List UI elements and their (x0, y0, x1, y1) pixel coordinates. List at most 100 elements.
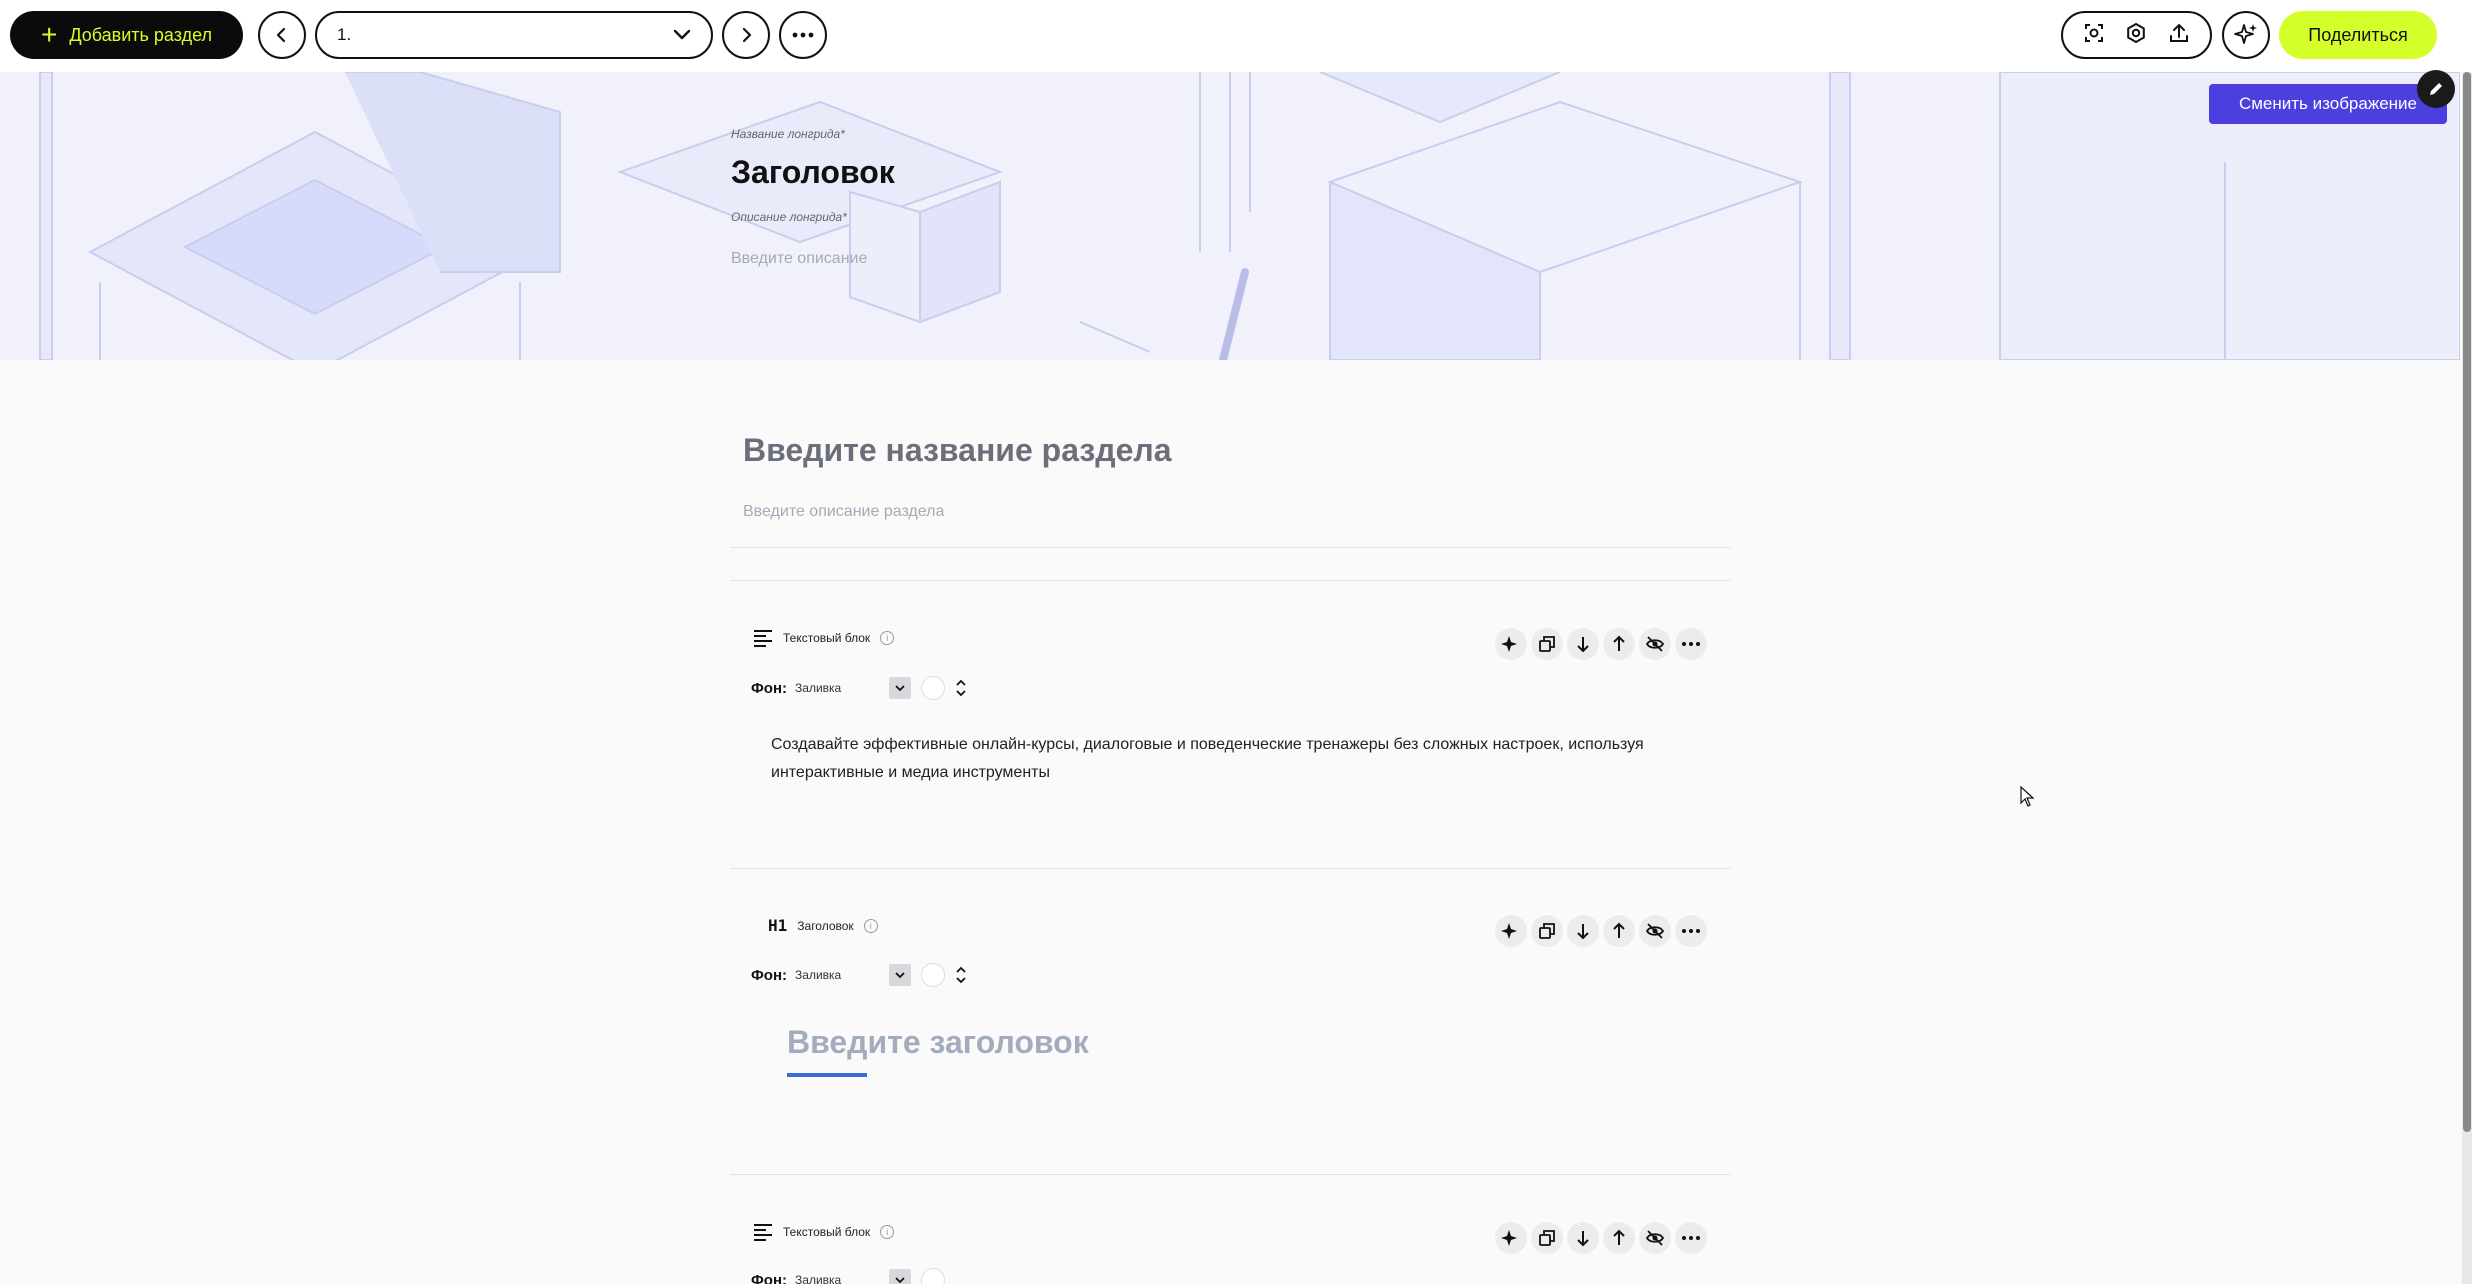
longread-desc-input[interactable]: Введите описание (731, 250, 867, 268)
block-type-label: Текстовый блок i (753, 1223, 895, 1241)
block-tools (1495, 915, 1707, 947)
heading-input[interactable]: Введите заголовок (787, 1024, 1089, 1061)
prev-section-button[interactable] (258, 11, 306, 59)
info-icon[interactable]: i (880, 1225, 895, 1239)
eye-off-icon (1645, 636, 1665, 652)
fill-type-label: Заливка (795, 681, 842, 695)
edit-cover-button[interactable] (2417, 70, 2455, 108)
pencil-icon (2430, 83, 2442, 95)
sparkle-icon (2234, 24, 2257, 44)
next-section-button[interactable] (722, 11, 770, 59)
add-section-label: Добавить раздел (69, 24, 212, 45)
h1-icon: H1 (768, 916, 788, 935)
fill-stepper[interactable] (955, 966, 967, 984)
sparkle-icon (1501, 1230, 1517, 1246)
info-icon[interactable]: i (863, 918, 878, 933)
ai-generate-button[interactable] (1495, 1222, 1527, 1254)
chevron-down-icon (895, 972, 905, 979)
move-down-button[interactable] (1567, 1222, 1599, 1254)
gear-icon (2127, 22, 2146, 43)
mouse-cursor-icon (2020, 786, 2035, 807)
section-desc-input[interactable]: Введите описание раздела (743, 503, 944, 521)
fill-type-dropdown[interactable] (889, 964, 912, 986)
divider (730, 580, 1731, 581)
fill-stepper[interactable] (955, 679, 967, 697)
longread-title[interactable]: Заголовок (731, 154, 895, 191)
export-button[interactable] (2168, 22, 2190, 49)
scrollbar-thumb[interactable] (2463, 72, 2471, 1132)
duplicate-button[interactable] (1531, 628, 1563, 660)
background-control: Фон: Заливка (751, 1268, 946, 1284)
copy-icon (1539, 636, 1555, 652)
move-up-button[interactable] (1603, 915, 1635, 947)
top-toolbar: + Добавить раздел 1. Поделиться (0, 0, 2472, 72)
ai-generate-button[interactable] (1495, 915, 1527, 947)
chevron-updown-icon (956, 966, 966, 984)
upload-icon (2169, 23, 2188, 42)
text-block-content[interactable]: Создавайте эффективные онлайн-курсы, диа… (771, 731, 1661, 787)
more-horizontal-icon (792, 32, 814, 38)
chevron-left-icon (276, 27, 286, 43)
move-up-button[interactable] (1603, 1222, 1635, 1254)
more-options-button[interactable] (779, 11, 827, 59)
color-swatch[interactable] (921, 676, 946, 700)
section-select[interactable]: 1. (315, 11, 713, 59)
preview-button[interactable] (2083, 22, 2105, 49)
block-type-text: Текстовый блок (783, 631, 871, 645)
block-type-text: Текстовый блок (783, 1225, 871, 1239)
sparkle-icon (1501, 923, 1517, 939)
duplicate-button[interactable] (1531, 1222, 1563, 1254)
fill-type-dropdown[interactable] (889, 677, 912, 699)
more-horizontal-icon (1682, 642, 1700, 646)
view-tools-group (2061, 11, 2212, 59)
eye-off-icon (1645, 1230, 1665, 1246)
arrow-up-icon (1613, 922, 1625, 938)
chevron-down-icon (895, 1277, 905, 1284)
background-label: Фон: (751, 966, 788, 984)
eye-off-icon (1645, 923, 1665, 939)
duplicate-button[interactable] (1531, 915, 1563, 947)
block-more-button[interactable] (1675, 915, 1707, 947)
hide-button[interactable] (1639, 1222, 1671, 1254)
arrow-down-icon (1577, 637, 1589, 653)
chevron-right-icon (742, 27, 752, 43)
change-image-button[interactable]: Сменить изображение (2209, 84, 2447, 124)
text-align-left-icon (754, 1224, 772, 1241)
arrow-up-icon (1613, 1229, 1625, 1245)
preview-icon (2085, 23, 2104, 42)
arrow-down-icon (1577, 924, 1589, 940)
info-icon[interactable]: i (880, 631, 895, 645)
block-tools (1495, 1222, 1707, 1254)
move-down-button[interactable] (1567, 915, 1599, 947)
settings-button[interactable] (2125, 22, 2147, 49)
divider (730, 1174, 1731, 1175)
move-down-button[interactable] (1567, 628, 1599, 660)
block-more-button[interactable] (1675, 1222, 1707, 1254)
move-up-button[interactable] (1603, 628, 1635, 660)
sparkle-icon (1501, 636, 1517, 652)
plus-icon: + (40, 19, 58, 50)
ai-generate-button[interactable] (1495, 628, 1527, 660)
block-type-label: H1 Заголовок i (768, 916, 878, 935)
hide-button[interactable] (1639, 915, 1671, 947)
divider (730, 868, 1731, 869)
more-horizontal-icon (1682, 929, 1700, 933)
color-swatch[interactable] (921, 1268, 946, 1284)
fill-type-dropdown[interactable] (889, 1269, 912, 1284)
copy-icon (1539, 923, 1555, 939)
fill-type-label: Заливка (795, 968, 842, 982)
chevron-down-icon (895, 685, 905, 692)
block-more-button[interactable] (1675, 628, 1707, 660)
section-title-input[interactable]: Введите название раздела (743, 432, 1172, 469)
longread-desc-label: Описание лонгрида* (731, 210, 847, 224)
ai-assistant-button[interactable] (2222, 11, 2270, 59)
block-type-label: Текстовый блок i (753, 629, 895, 647)
background-label: Фон: (751, 1271, 788, 1284)
share-button[interactable]: Поделиться (2279, 11, 2437, 59)
block-tools (1495, 628, 1707, 660)
arrow-up-icon (1613, 635, 1625, 651)
color-swatch[interactable] (921, 963, 946, 987)
block-type-text: Заголовок (797, 918, 854, 933)
add-section-button[interactable]: + Добавить раздел (10, 11, 243, 59)
hide-button[interactable] (1639, 628, 1671, 660)
